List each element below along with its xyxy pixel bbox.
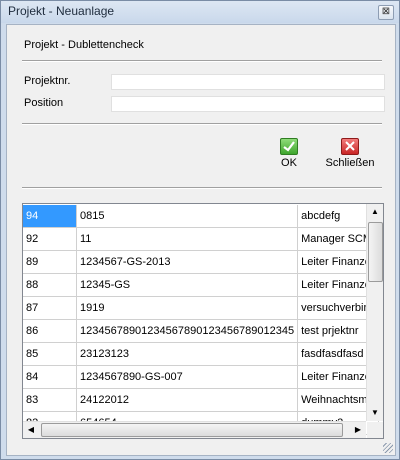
cell-nr[interactable]: 92 [23, 227, 77, 251]
cell-nr[interactable]: 89 [23, 250, 77, 274]
cell-projekt[interactable]: 1234567890-GS-007 [76, 365, 299, 389]
cell-projekt[interactable]: 24122012 [76, 388, 299, 412]
duplicates-table: 94 0815 abcdefg 92 11 Manager SCM 89 1234567-GS… [23, 205, 380, 435]
close-x-icon [341, 138, 359, 155]
cell-nr[interactable]: 83 [23, 388, 77, 412]
close-window-button[interactable]: ⊠ [378, 5, 394, 20]
scroll-down-arrow-icon[interactable]: ▼ [367, 405, 383, 421]
cell-nr[interactable]: 88 [23, 273, 77, 297]
table-row[interactable]: 87 1919 versuchverbin [23, 296, 380, 320]
scroll-up-arrow-icon[interactable]: ▲ [367, 204, 383, 220]
separator-middle [22, 123, 382, 125]
cell-nr[interactable]: 84 [23, 365, 77, 389]
check-icon [280, 138, 298, 155]
horizontal-scroll-thumb[interactable] [41, 423, 343, 437]
ok-button-label: OK [281, 157, 297, 169]
duplicates-grid[interactable]: 94 0815 abcdefg 92 11 Manager SCM 89 1234567-GS… [22, 203, 384, 439]
table-row[interactable]: 88 12345-GS Leiter Finanze [23, 273, 380, 297]
section-title: Projekt - Dublettencheck [24, 39, 144, 51]
cell-projekt[interactable]: 12345-GS [76, 273, 299, 297]
position-label: Position [24, 97, 64, 109]
close-button-label: Schließen [325, 157, 375, 169]
separator-bottom [22, 187, 382, 189]
cell-projekt[interactable]: 1919 [76, 296, 299, 320]
position-input[interactable] [111, 96, 385, 112]
scrollbar-corner [367, 422, 383, 438]
cell-projekt[interactable]: 11 [76, 227, 299, 251]
table-row[interactable]: 89 1234567-GS-2013 Leiter Finanze [23, 250, 380, 274]
cell-nr[interactable]: 87 [23, 296, 77, 320]
table-row[interactable]: 84 1234567890-GS-007 Leiter Finanze [23, 365, 380, 389]
vertical-scroll-thumb[interactable] [368, 222, 383, 282]
table-row[interactable]: 92 11 Manager SCM [23, 227, 380, 251]
cell-nr[interactable]: 94 [23, 205, 77, 228]
cell-projekt[interactable]: 1234567890123456789012345678901234​5 [76, 319, 299, 343]
scroll-right-arrow-icon[interactable]: ▶ [350, 422, 366, 438]
dialog-body: Projekt - Dublettencheck Projektnr. Posi… [6, 24, 396, 456]
cell-projekt[interactable]: 0815 [76, 205, 299, 228]
ok-button[interactable]: OK [269, 138, 309, 169]
resize-grip-icon[interactable] [383, 443, 393, 453]
vertical-scrollbar[interactable]: ▲ ▼ [366, 204, 383, 421]
cell-projekt[interactable]: 23123123 [76, 342, 299, 366]
close-button[interactable]: Schließen [320, 138, 380, 169]
table-row[interactable]: 85 23123123 fasdfasdfasd [23, 342, 380, 366]
table-row[interactable]: 83 24122012 Weihnachtsma [23, 388, 380, 412]
table-row[interactable]: 86 1234567890123456789012345678901234​5 te… [23, 319, 380, 343]
window-title: Projekt - Neuanlage [8, 4, 115, 18]
table-row[interactable]: 94 0815 abcdefg [23, 205, 380, 228]
horizontal-scrollbar[interactable]: ◀ ▶ [23, 421, 366, 438]
cell-nr[interactable]: 85 [23, 342, 77, 366]
separator-top [22, 60, 382, 62]
dialog-window: Projekt - Neuanlage ⊠ Projekt - Dublette… [0, 0, 400, 460]
projektnr-input[interactable] [111, 74, 385, 90]
projektnr-label: Projektnr. [24, 75, 71, 87]
cell-nr[interactable]: 86 [23, 319, 77, 343]
scroll-left-arrow-icon[interactable]: ◀ [23, 422, 39, 438]
cell-projekt[interactable]: 1234567-GS-2013 [76, 250, 299, 274]
title-bar[interactable]: Projekt - Neuanlage ⊠ [1, 1, 399, 23]
